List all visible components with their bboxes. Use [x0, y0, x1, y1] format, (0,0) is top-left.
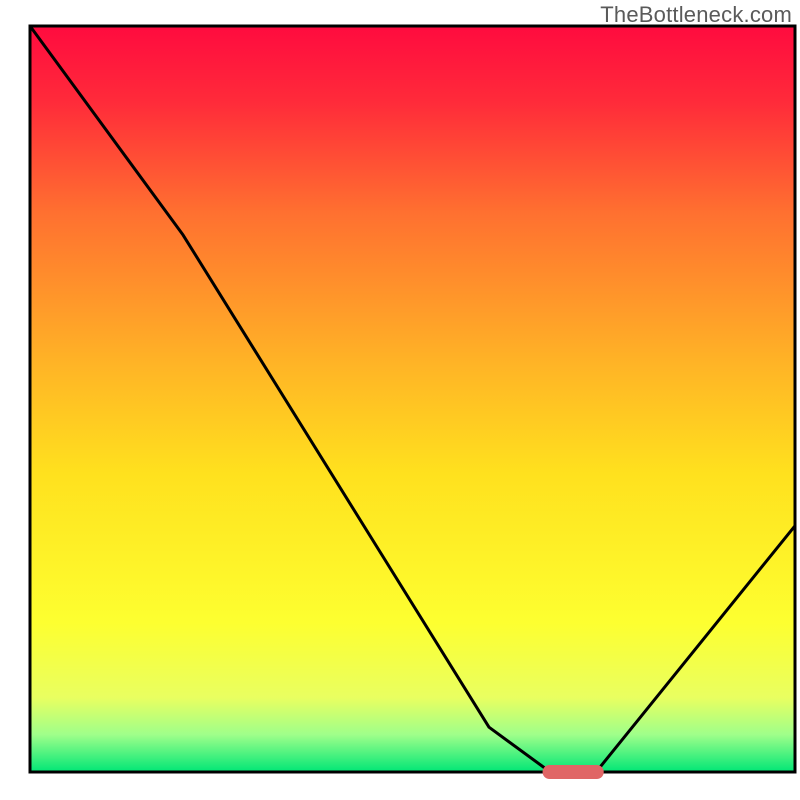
optimal-marker	[543, 765, 604, 779]
bottleneck-chart	[0, 0, 800, 800]
watermark-text: TheBottleneck.com	[600, 2, 792, 28]
plot-background	[30, 26, 795, 772]
chart-container: TheBottleneck.com	[0, 0, 800, 800]
